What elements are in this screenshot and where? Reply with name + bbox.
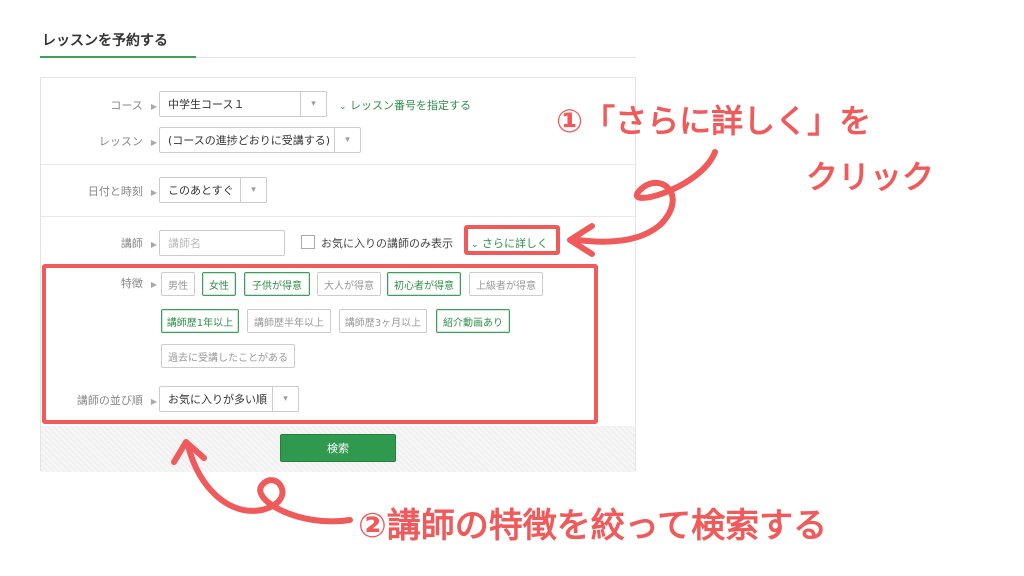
step2-arrow <box>185 443 353 525</box>
step1-arrow <box>575 149 718 245</box>
annotation-arrows <box>171 149 718 525</box>
